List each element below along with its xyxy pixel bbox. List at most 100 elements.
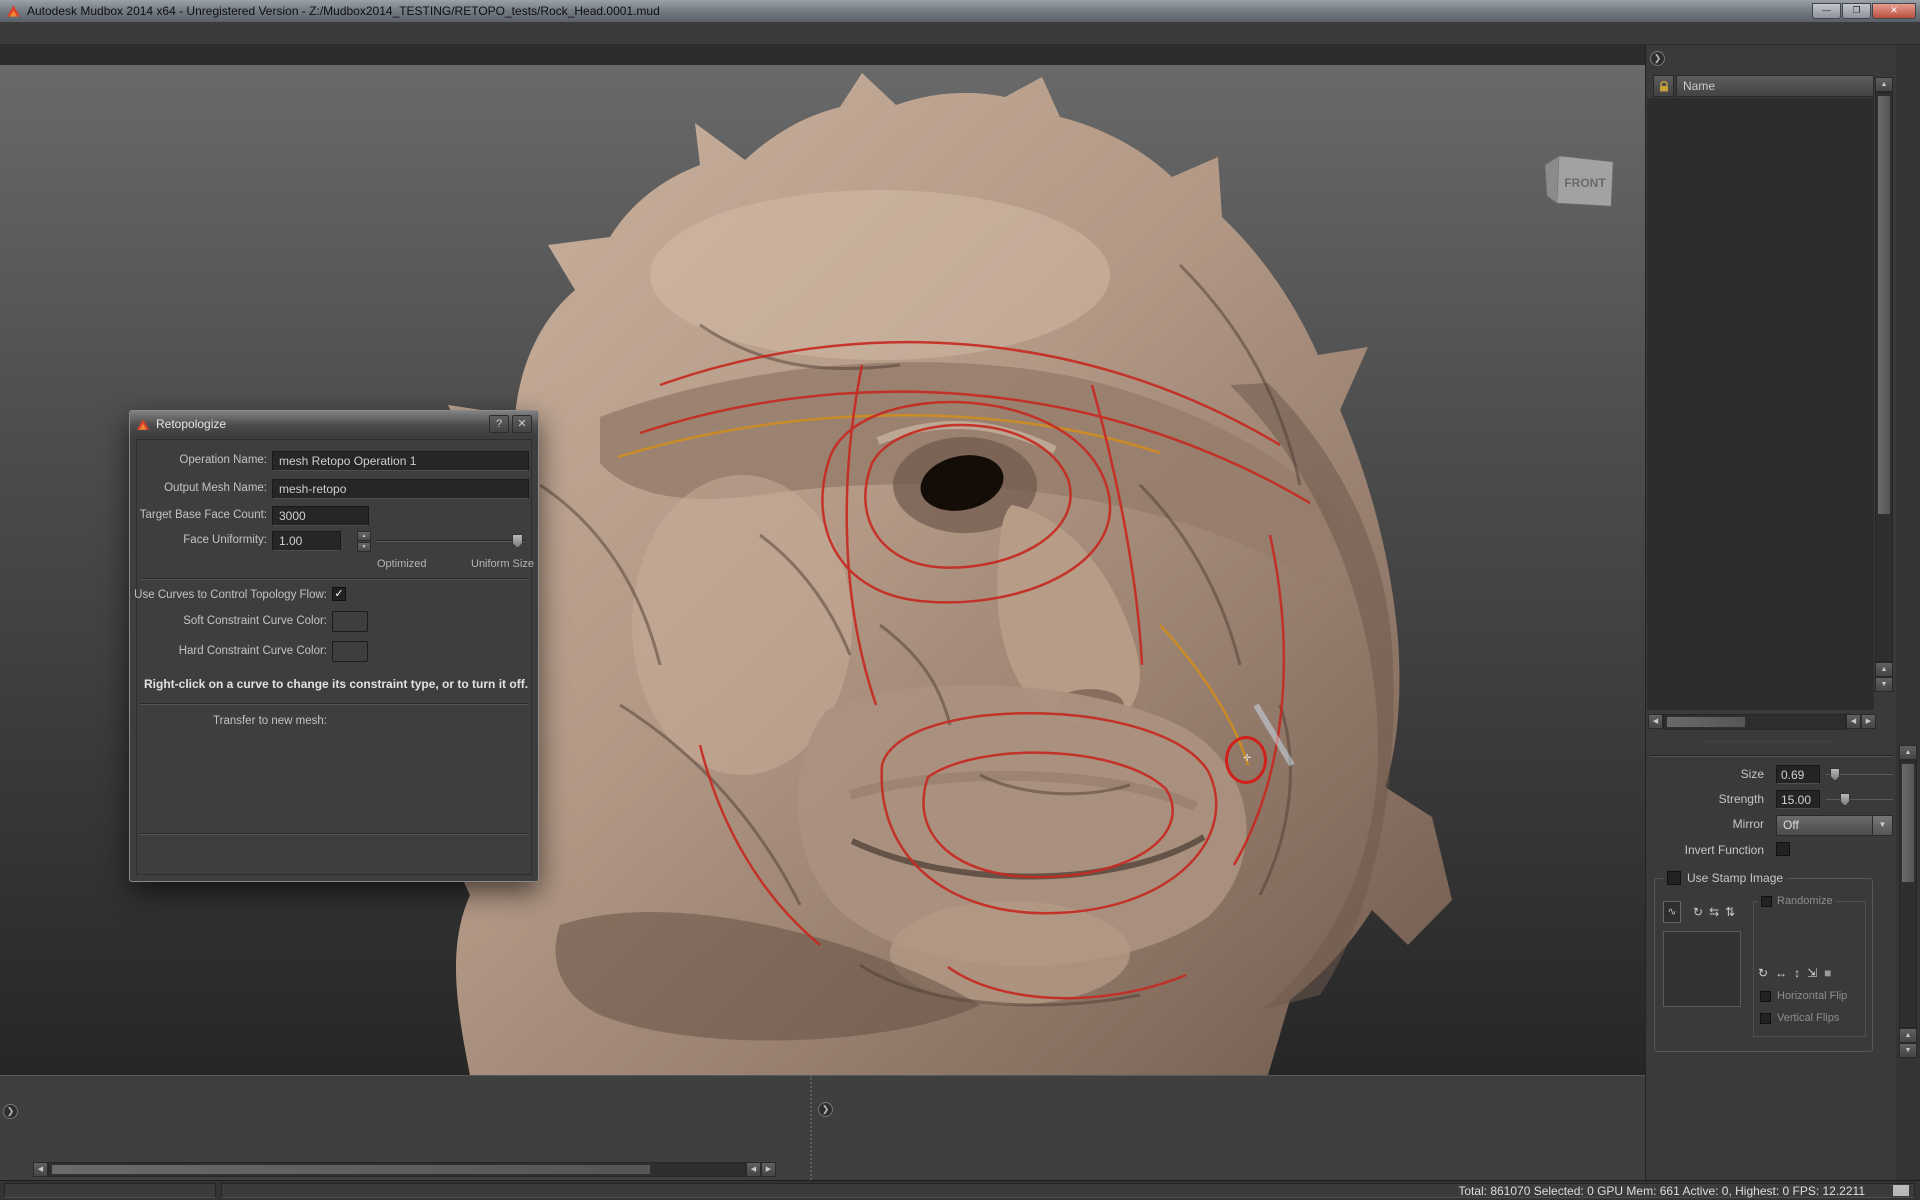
restore-button[interactable]: ❐ [1842,3,1871,19]
presets-expander-icon[interactable]: ❯ [818,1102,833,1117]
vertical-flip-label: Vertical Flips [1777,1012,1839,1024]
scroll-left-icon[interactable]: ◀ [1648,714,1663,729]
tools-scrollbar[interactable]: ◀ ◀ ▶ [33,1162,791,1177]
optimized-label: Optimized [377,558,427,570]
arrow-vertical-icon[interactable]: ↕ [1794,966,1807,980]
tray-expander-icon[interactable]: ❯ [3,1104,18,1119]
randomize-checkbox[interactable]: ✓ [1761,896,1772,907]
mirror-label: Mirror [1733,817,1764,831]
mudbox-logo-icon [6,4,21,18]
transfer-label: Transfer to new mesh: [213,715,327,727]
dialog-title-bar[interactable]: Retopologize ? ✕ [130,411,538,437]
status-indicator-chip [1893,1185,1909,1196]
panel-expander-icon[interactable]: ❯ [1650,51,1665,66]
dialog-help-icon[interactable]: ? [489,415,509,433]
cursor-crosshair: ✛ [1243,753,1251,764]
dialog-mudbox-icon [136,418,150,431]
view-cube-label: FRONT [1564,176,1606,190]
object-list-panel: ❯ Name ▲ ▲ ▼ ◀ ◀ ▶ :::::::::::::::::::::… [1645,45,1896,1180]
soft-color-label: Soft Constraint Curve Color: [183,615,327,627]
status-bar: Total: 861070 Selected: 0 GPU Mem: 661 A… [0,1180,1920,1200]
strength-label: Strength [1719,792,1764,806]
randomize-label: Randomize [1777,895,1833,907]
tree-header-name[interactable]: Name [1676,75,1874,97]
stamp-preview-box[interactable] [1663,931,1741,1007]
presets-panel: ❯ [810,1075,1645,1180]
soft-constraint-color-swatch[interactable] [332,611,368,632]
scroll-down-icon[interactable]: ▼ [1899,1043,1917,1058]
use-curves-checkbox[interactable]: ✓ [332,587,346,601]
scroll-up-icon[interactable]: ▲ [1899,745,1917,760]
invert-function-checkbox[interactable]: ✓ [1776,842,1790,856]
dialog-separator [140,578,528,580]
dialog-close-icon[interactable]: ✕ [512,415,532,433]
size-label: Size [1741,767,1764,781]
panel-splitter[interactable]: ::::::::::::::::::::::::::::::::::::::::… [1706,739,1836,747]
rotate-icon[interactable]: ↻ [1693,905,1709,919]
right-click-hint: Right-click on a curve to change its con… [144,677,530,691]
size-input[interactable] [1776,765,1820,784]
status-main-box: Total: 861070 Selected: 0 GPU Mem: 661 A… [221,1183,1915,1198]
scroll-left-icon[interactable]: ◀ [33,1162,48,1177]
retopologize-dialog: Retopologize ? ✕ Operation Name: Output … [129,410,539,882]
output-mesh-label: Output Mesh Name: [164,482,267,494]
scroll-left-icon[interactable]: ◀ [1846,714,1861,729]
tree-vertical-scrollbar[interactable]: ▲ ▲ ▼ [1875,77,1893,710]
strength-input[interactable] [1776,790,1820,809]
rotate-icon[interactable]: ↻ [1758,966,1775,980]
scroll-down-icon[interactable]: ▼ [1875,677,1893,692]
dialog-separator [140,833,528,835]
output-mesh-input[interactable] [272,479,529,499]
horizontal-flip-checkbox[interactable]: ✓ [1760,991,1771,1002]
scroll-up-icon[interactable]: ▲ [1899,1028,1917,1043]
properties-scrollbar[interactable]: ▲ ▲ ▼ [1899,745,1917,1075]
use-stamp-image-group: ✓ Use Stamp Image ∿ ↻⇆⇅ ✓ Randomize ↻↔↕⇲… [1654,878,1873,1052]
face-uniformity-input[interactable] [272,531,341,551]
face-uniformity-slider[interactable] [376,531,526,551]
tool-tray: ❯ ◀ ◀ ▶ [0,1075,810,1180]
scroll-up-icon[interactable]: ▲ [1875,77,1893,92]
dialog-separator [140,703,528,705]
mirror-dropdown[interactable]: Off ▼ [1776,815,1893,836]
tree-horizontal-scrollbar[interactable]: ◀ ◀ ▶ [1648,714,1876,730]
section-separator [1650,755,1893,757]
arrow-horizontal-icon[interactable]: ↔ [1775,966,1794,980]
stamp-curve-icon[interactable]: ∿ [1663,901,1681,923]
operation-name-label: Operation Name: [179,454,267,466]
vertical-flip-checkbox[interactable]: ✓ [1760,1013,1771,1024]
randomize-group: ✓ Randomize ↻↔↕⇲■ ✓ Horizontal Flip ✓ Ve… [1753,901,1866,1037]
dialog-title: Retopologize [156,417,486,431]
scroll-right-icon[interactable]: ▶ [1861,714,1876,729]
size-slider[interactable] [1826,765,1893,784]
face-uniformity-stepper[interactable]: ▲▼ [357,531,371,551]
operation-name-input[interactable] [272,451,529,471]
face-uniformity-label: Face Uniformity: [183,534,267,546]
minimize-button[interactable]: — [1812,3,1841,19]
view-tab-bar [0,45,1645,65]
face-count-label: Target Base Face Count: [140,509,267,521]
window-title: Autodesk Mudbox 2014 x64 - Unregistered … [27,4,1812,18]
view-cube[interactable]: FRONT [1537,143,1621,215]
uniform-size-label: Uniform Size [471,558,534,570]
square-swatch-icon[interactable]: ■ [1824,966,1838,980]
scale-icon[interactable]: ⇲ [1807,966,1824,980]
use-curves-label: Use Curves to Control Topology Flow: [134,589,327,601]
strength-slider[interactable] [1826,790,1893,809]
side-tab-strip: ▲ ▲ ▼ [1896,45,1920,1180]
scroll-left-icon[interactable]: ◀ [746,1162,761,1177]
hard-color-label: Hard Constraint Curve Color: [179,645,327,657]
title-bar[interactable]: Autodesk Mudbox 2014 x64 - Unregistered … [0,0,1920,22]
face-count-input[interactable] [272,506,369,526]
close-button[interactable]: ✕ [1872,3,1916,19]
lock-icon[interactable] [1653,75,1674,97]
scene-tree [1647,98,1874,710]
flip-vertical-icon[interactable]: ⇅ [1725,905,1741,919]
scene-statistics: Total: 861070 Selected: 0 GPU Mem: 661 A… [1458,1184,1865,1198]
scroll-up-icon[interactable]: ▲ [1875,662,1893,677]
use-stamp-image-checkbox[interactable]: ✓ [1667,871,1681,885]
scroll-right-icon[interactable]: ▶ [761,1162,776,1177]
hard-constraint-color-swatch[interactable] [332,641,368,662]
slider-handle[interactable] [512,534,523,548]
flip-horizontal-icon[interactable]: ⇆ [1709,905,1725,919]
chevron-down-icon[interactable]: ▼ [1872,816,1892,835]
